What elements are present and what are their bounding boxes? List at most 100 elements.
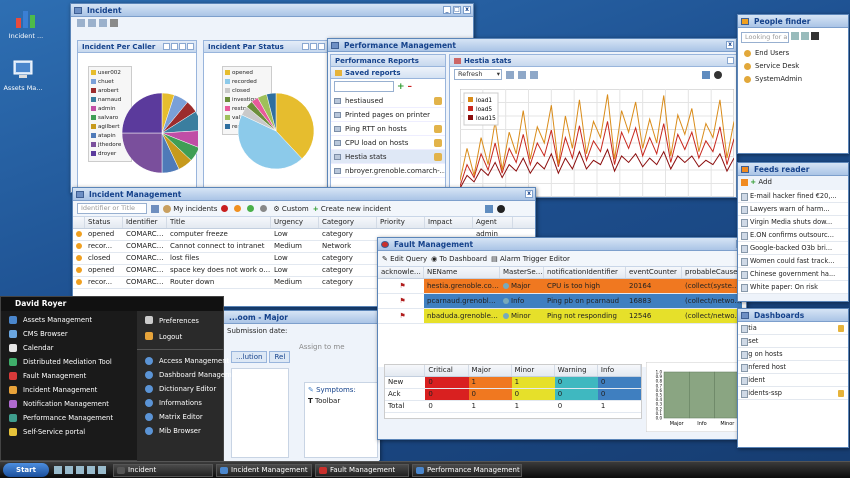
report-item[interactable]: CPU load on hosts (331, 136, 445, 150)
create-incident-button[interactable]: + Create new incident (313, 205, 391, 213)
people-group[interactable]: Service Desk (741, 60, 845, 73)
list-view-icon[interactable] (518, 70, 526, 79)
quicklaunch-icon[interactable] (87, 466, 95, 474)
feeds-reader-window[interactable]: Feeds reader + Add E-mail hacker fined €… (737, 162, 849, 302)
desktop-icon-incident[interactable]: Incident ... (4, 6, 48, 40)
dashboard-item[interactable]: ...idents-ssp (738, 387, 848, 400)
start-menu-item[interactable]: Dictionary Editor (137, 382, 223, 396)
add-icon[interactable]: + (397, 82, 405, 92)
quicklaunch-icon[interactable] (65, 466, 73, 474)
filter-green-icon[interactable] (247, 205, 255, 212)
column-header[interactable]: Title (167, 217, 271, 228)
summary-cell[interactable]: 0 (554, 377, 598, 388)
feed-item[interactable]: Virgin Media shuts dow... (738, 216, 848, 229)
start-menu-item[interactable]: Access Management (137, 354, 229, 368)
report-item[interactable]: hestiaused (331, 94, 445, 108)
settings-icon[interactable] (811, 32, 819, 40)
remove-icon[interactable]: – (408, 82, 413, 92)
summary-cell[interactable]: 0 (425, 401, 468, 412)
settings-icon[interactable] (714, 70, 722, 79)
filter-red-icon[interactable] (221, 205, 229, 212)
fault-management-window[interactable]: Fault Managementx ✎ Edit Query ◉ To Dash… (377, 237, 747, 440)
summary-cell[interactable]: 0 (425, 377, 469, 388)
filter-icon[interactable] (801, 32, 809, 40)
maximize-icon[interactable]: □ (453, 6, 461, 14)
people-group[interactable]: End Users (741, 47, 845, 60)
summary-cell[interactable]: 1 (511, 377, 555, 388)
dashboard-item[interactable]: ...g on hosts (738, 348, 848, 361)
summary-cell[interactable]: 0 (555, 401, 598, 412)
search-icon[interactable] (791, 32, 799, 40)
start-menu-item[interactable]: Incident Management (1, 383, 137, 397)
print-icon[interactable] (110, 19, 118, 27)
search-icon[interactable] (151, 204, 159, 213)
column-header[interactable]: notificationIdentifier (544, 267, 626, 278)
alarm-bell-icon[interactable]: ⚑ (399, 297, 405, 305)
report-item[interactable]: nbroyer.grenoble.comarch-... (331, 164, 445, 178)
table-row[interactable]: ⚑ nbaduda.grenoble.com... Minor Ping not re… (378, 309, 746, 324)
table-row[interactable]: ⚑ pcarnaud.grenoble.com... Info Ping pb on … (378, 294, 746, 309)
save-icon[interactable] (88, 19, 96, 27)
close-icon[interactable]: x (726, 41, 734, 49)
incident-management-titlebar[interactable]: Incident Management x (73, 188, 535, 201)
desktop-icon-assets[interactable]: Assets Ma... (0, 58, 46, 92)
save-icon[interactable] (99, 19, 107, 27)
summary-cell[interactable]: 0 (597, 389, 641, 400)
start-button[interactable]: Start (3, 463, 49, 477)
refresh-select[interactable]: Refresh ▾ (454, 69, 502, 80)
feed-item[interactable]: Google-backed O3b bri... (738, 242, 848, 255)
incident-window-titlebar[interactable]: Incident _ □ x (71, 4, 473, 17)
quicklaunch-icon[interactable] (98, 466, 106, 474)
add-feed-button[interactable]: + Add (750, 178, 772, 186)
quicklaunch-icon[interactable] (76, 466, 84, 474)
incident-detail-titlebar[interactable]: ...oom - Major (223, 311, 379, 324)
summary-cell[interactable]: 1 (468, 377, 512, 388)
dashboard-item[interactable]: ...tia (738, 322, 848, 335)
share-icon[interactable] (434, 153, 442, 161)
start-menu-item[interactable]: Notification Management (1, 397, 137, 411)
column-header[interactable]: Identifier (123, 217, 167, 228)
alarm-trigger-button[interactable]: ▤ Alarm Trigger Editor (491, 255, 570, 263)
logout-item[interactable]: Logout (137, 329, 223, 345)
performance-window[interactable]: Performance Management x Performance Repo… (327, 38, 737, 198)
column-header[interactable]: Category (319, 217, 377, 228)
tab-related[interactable]: Rel (269, 351, 291, 363)
bar[interactable] (663, 371, 690, 419)
taskbar-task[interactable]: Performance Management (412, 463, 522, 477)
feeds-reader-titlebar[interactable]: Feeds reader (738, 163, 848, 176)
column-header[interactable]: acknowledge (378, 267, 424, 278)
minimize-icon[interactable]: _ (443, 6, 451, 14)
report-item[interactable]: Hestia stats (331, 150, 445, 164)
save-icon[interactable] (77, 19, 85, 27)
share-icon[interactable] (434, 125, 442, 133)
people-search-input[interactable]: Looking for a c (741, 32, 789, 43)
start-menu-item[interactable]: CMS Browser (1, 327, 137, 341)
start-menu-item[interactable]: Performance Management (1, 411, 137, 425)
close-icon[interactable]: x (525, 190, 533, 198)
share-icon[interactable] (434, 139, 442, 147)
assign-button[interactable]: Assign to me (299, 343, 345, 351)
column-header[interactable]: eventCounter (626, 267, 682, 278)
column-header[interactable]: NEName (424, 267, 500, 278)
summary-cell[interactable]: 0 (511, 389, 555, 400)
fault-management-titlebar[interactable]: Fault Managementx (378, 238, 746, 251)
column-header[interactable]: MasterSeve... (500, 267, 544, 278)
summary-cell[interactable]: 1 (512, 401, 555, 412)
column-header[interactable]: Impact (425, 217, 473, 228)
feed-item[interactable]: Lawyers warn of harm... (738, 203, 848, 216)
export-icon[interactable] (702, 70, 710, 79)
start-menu-item[interactable]: Informations (137, 396, 223, 410)
reports-search-input[interactable] (334, 81, 394, 92)
start-menu-item[interactable]: Self-Service portal (1, 425, 137, 439)
column-header[interactable]: Priority (377, 217, 425, 228)
report-item[interactable]: Ping RTT on hosts (331, 122, 445, 136)
column-header[interactable]: probableCause (682, 267, 742, 278)
start-menu-item[interactable]: Dashboard Management (137, 368, 243, 382)
people-finder-window[interactable]: People finder Looking for a c End Users S… (737, 14, 849, 154)
column-header[interactable]: Status (85, 217, 123, 228)
bar[interactable] (689, 371, 715, 419)
table-row[interactable]: ⚑ hestia.grenoble.comarch Major CPU is too … (378, 279, 746, 294)
filter-gray-icon[interactable] (260, 205, 268, 212)
column-header[interactable]: Agent (473, 217, 513, 228)
share-icon[interactable] (434, 97, 442, 105)
